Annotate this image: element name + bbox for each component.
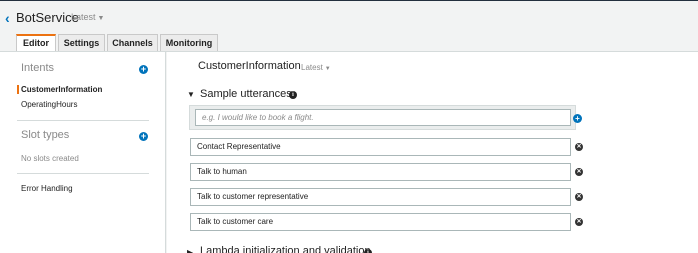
intent-version-dropdown[interactable]: Latest ▼ bbox=[301, 63, 331, 72]
lambda-section-heading[interactable]: Lambda initialization and validation bbox=[200, 245, 371, 253]
sidebar-item-operatinghours[interactable]: OperatingHours bbox=[21, 100, 77, 109]
intents-heading: Intents bbox=[21, 62, 55, 74]
tab-settings[interactable]: Settings bbox=[58, 34, 105, 52]
caret-down-icon: ▼ bbox=[97, 15, 105, 22]
sidebar-item-error-handling[interactable]: Error Handling bbox=[21, 184, 73, 193]
utterance-row[interactable]: Talk to customer representative bbox=[190, 188, 571, 206]
utterance-row[interactable]: Talk to customer care bbox=[190, 213, 571, 231]
remove-utterance-icon[interactable]: ✕ bbox=[575, 218, 583, 226]
tab-monitoring[interactable]: Monitoring bbox=[160, 34, 218, 52]
caret-down-icon[interactable]: ▼ bbox=[187, 90, 195, 99]
caret-down-icon: ▼ bbox=[324, 66, 331, 72]
intent-title: CustomerInformation bbox=[198, 60, 301, 72]
no-slots-text: No slots created bbox=[21, 154, 79, 163]
utterance-input[interactable] bbox=[195, 109, 571, 126]
tab-channels[interactable]: Channels bbox=[107, 34, 158, 52]
utterance-row[interactable]: Talk to human bbox=[190, 163, 571, 181]
bot-version-label: Latest bbox=[71, 12, 96, 22]
add-utterance-icon[interactable]: + bbox=[573, 114, 582, 123]
sidebar: Intents + CustomerInformation OperatingH… bbox=[0, 52, 166, 253]
active-intent-marker bbox=[17, 85, 19, 94]
sidebar-divider bbox=[17, 120, 149, 121]
slot-types-heading: Slot types bbox=[21, 129, 70, 141]
utterance-input-panel bbox=[189, 105, 576, 130]
remove-utterance-icon[interactable]: ✕ bbox=[575, 193, 583, 201]
sample-utterances-heading: Sample utterances bbox=[200, 88, 292, 100]
bot-version-dropdown[interactable]: Latest ▼ bbox=[71, 12, 104, 22]
remove-utterance-icon[interactable]: ✕ bbox=[575, 143, 583, 151]
info-icon[interactable]: i bbox=[289, 91, 297, 99]
tab-editor[interactable]: Editor bbox=[16, 34, 56, 52]
add-slot-type-icon[interactable]: + bbox=[139, 132, 148, 141]
caret-right-icon[interactable]: ▶ bbox=[187, 248, 193, 253]
info-icon[interactable]: i bbox=[364, 249, 372, 253]
page-header: ‹ BotService Latest ▼ bbox=[0, 1, 698, 35]
sidebar-divider bbox=[17, 173, 149, 174]
remove-utterance-icon[interactable]: ✕ bbox=[575, 168, 583, 176]
sidebar-item-customerinformation[interactable]: CustomerInformation bbox=[21, 85, 102, 94]
intent-editor: CustomerInformation Latest ▼ ▼ Sample utt… bbox=[167, 52, 698, 253]
add-intent-icon[interactable]: + bbox=[139, 65, 148, 74]
intent-version-label: Latest bbox=[301, 63, 323, 72]
utterance-row[interactable]: Contact Representative bbox=[190, 138, 571, 156]
chevron-left-icon[interactable]: ‹ bbox=[5, 10, 10, 26]
bot-title: BotService bbox=[16, 10, 79, 25]
